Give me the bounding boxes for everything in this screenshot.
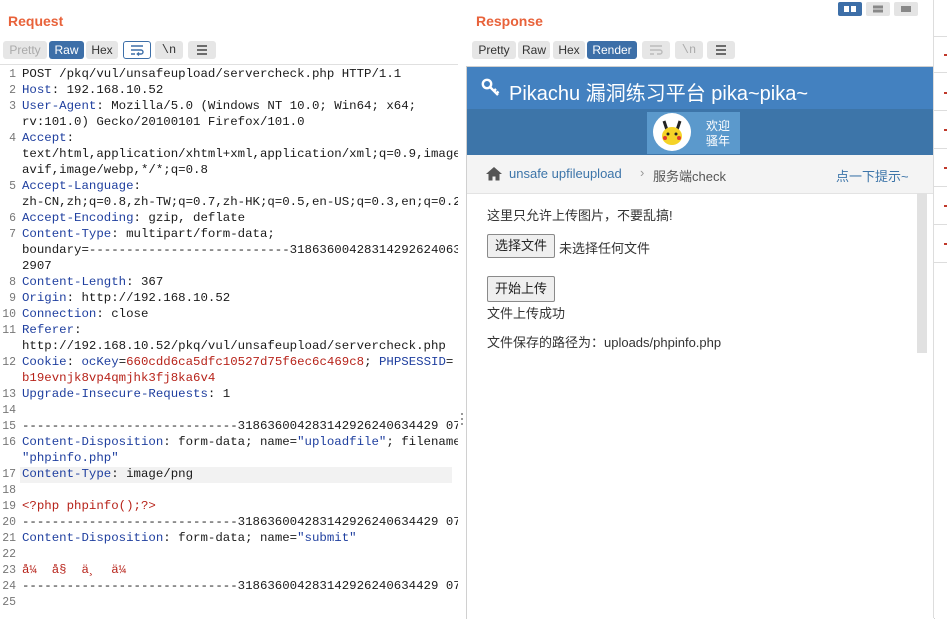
line-number: 1: [9, 68, 16, 81]
request-pane: Request Pretty Raw Hex \n 1 POST /pkq/vul…: [0, 0, 476, 618]
line-number: 15: [2, 420, 16, 433]
newline-toggle-button[interactable]: \n: [155, 41, 183, 59]
key-icon: [481, 78, 501, 103]
home-icon[interactable]: [485, 166, 503, 186]
line-number: 21: [2, 532, 16, 545]
request-title: Request: [8, 13, 64, 29]
layout-tabs-icon[interactable]: [894, 2, 918, 16]
line-number: 3: [9, 100, 16, 113]
code-line: Content-Type: image/png: [22, 467, 194, 481]
line-number: 5: [9, 180, 16, 193]
welcome-line2: 骚年: [706, 134, 731, 148]
line-number: 14: [2, 404, 16, 417]
code-line: -----------------------------31863600428…: [22, 419, 461, 433]
code-line: avif,image/webp,*/*;q=0.8: [22, 163, 208, 177]
code-line: -----------------------------31863600428…: [22, 515, 461, 529]
newline-toggle-button[interactable]: \n: [675, 41, 703, 59]
pane-splitter[interactable]: [458, 0, 466, 618]
line-number: 7: [9, 228, 16, 241]
upload-path-text: 文件保存的路径为：uploads/phpinfo.php: [487, 335, 722, 350]
upload-success-text: 文件上传成功: [487, 306, 566, 321]
request-tab-raw[interactable]: Raw: [49, 41, 84, 59]
response-tab-hex[interactable]: Hex: [553, 41, 585, 59]
code-line: Referer:: [22, 323, 82, 337]
avatar: [653, 113, 691, 151]
code-line: boundary=---------------------------3186…: [22, 243, 476, 257]
response-tab-raw[interactable]: Raw: [518, 41, 550, 59]
line-number: 19: [2, 500, 16, 513]
code-line: http://192.168.10.52/pkq/vul/unsafeuploa…: [22, 339, 446, 353]
breadcrumb-link[interactable]: unsafe upfileupload: [509, 166, 622, 181]
rendered-page: Pikachu 漏洞练习平台 pika~pika~ 欢迎 骚年 unsafe u…: [466, 66, 935, 619]
code-line: Cookie: ocKey=660cdd6ca5dfc10527d75f6ec6…: [22, 355, 454, 369]
code-line: 2907: [22, 259, 52, 273]
hint-link[interactable]: 点一下提示~: [836, 166, 909, 185]
line-number: 23: [2, 564, 16, 577]
menu-icon[interactable]: [188, 41, 216, 59]
code-line: Content-Type: multipart/form-data;: [22, 227, 275, 241]
line-number: 22: [2, 548, 16, 561]
line-number: 17: [2, 468, 16, 481]
code-line: Content-Length: 367: [22, 275, 164, 289]
line-number: 24: [2, 580, 16, 593]
code-line: Connection: close: [22, 307, 149, 321]
side-list-strip: [933, 0, 947, 618]
line-number: 11: [2, 324, 16, 337]
line-number: 16: [2, 436, 16, 449]
line-number: 25: [2, 596, 16, 609]
code-line: Content-Disposition: form-data; name="su…: [22, 531, 357, 545]
line-number: 2: [9, 84, 16, 97]
choose-file-button[interactable]: 选择文件: [487, 234, 556, 258]
layout-stacked-icon[interactable]: [866, 2, 890, 16]
request-tab-pretty[interactable]: Pretty: [3, 41, 47, 59]
code-line: Content-Disposition: form-data; name="up…: [22, 435, 469, 449]
upload-button[interactable]: 开始上传: [487, 276, 556, 302]
code-line: POST /pkq/vul/unsafeupload/servercheck.p…: [22, 67, 402, 81]
code-line: Accept-Encoding: gzip, deflate: [22, 211, 246, 225]
code-line: Accept:: [22, 131, 75, 145]
line-number: 10: [2, 308, 16, 321]
site-title: Pikachu 漏洞练习平台 pika~pika~: [509, 83, 809, 105]
code-line: å¼ å§ ä¸ ä¼: [22, 563, 134, 577]
breadcrumb-current: 服务端check: [653, 169, 726, 184]
code-line: text/html,application/xhtml+xml,applicat…: [22, 147, 469, 161]
code-line: zh-CN,zh;q=0.8,zh-TW;q=0.7,zh-HK;q=0.5,e…: [22, 195, 461, 209]
code-line: Origin: http://192.168.10.52: [22, 291, 231, 305]
code-line: Upgrade-Insecure-Requests: 1: [22, 387, 231, 401]
site-header: Pikachu 漏洞练习平台 pika~pika~: [467, 67, 934, 109]
request-toolbar-divider: [0, 64, 458, 65]
line-number: 6: [9, 212, 16, 225]
wrap-lines-icon[interactable]: [123, 41, 151, 59]
response-title: Response: [476, 13, 543, 29]
code-line: "phpinfo.php": [22, 451, 119, 465]
code-line: rv:101.0) Gecko/20100101 Firefox/101.0: [22, 115, 305, 129]
code-line: <?php phpinfo();?>: [22, 499, 156, 513]
code-line: Accept-Language:: [22, 179, 141, 193]
response-pane: Response Pretty Raw Hex Render \n Pikach…: [466, 0, 947, 619]
line-number: 18: [2, 484, 16, 497]
response-tab-pretty[interactable]: Pretty: [472, 41, 516, 59]
render-scrollbar[interactable]: [917, 193, 927, 353]
welcome-box[interactable]: 欢迎 骚年: [647, 112, 740, 154]
line-number: 20: [2, 516, 16, 529]
request-tab-hex[interactable]: Hex: [86, 41, 118, 59]
layout-side-by-side-icon[interactable]: [838, 2, 862, 16]
no-file-text: 未选择任何文件: [559, 241, 651, 256]
code-line: -----------------------------31863600428…: [22, 579, 476, 593]
breadcrumb: unsafe upfileupload › 服务端check 点一下提示~: [467, 155, 934, 194]
code-line: User-Agent: Mozilla/5.0 (Windows NT 10.0…: [22, 99, 417, 113]
line-number: 4: [9, 132, 16, 145]
line-number: 12: [2, 356, 16, 369]
upload-notice: 这里只允许上传图片，不要乱搞!: [487, 208, 673, 223]
line-number: 13: [2, 388, 16, 401]
request-editor[interactable]: 1 POST /pkq/vul/unsafeupload/servercheck.…: [0, 66, 475, 618]
wrap-lines-icon[interactable]: [642, 41, 670, 59]
breadcrumb-separator: ›: [640, 165, 645, 180]
line-number: 8: [9, 276, 16, 289]
response-tab-render[interactable]: Render: [587, 41, 637, 59]
menu-icon[interactable]: [707, 41, 735, 59]
line-number: 9: [9, 292, 16, 305]
code-line: b19evnjk8vp4qmjhk3fj8ka6v4: [22, 371, 216, 385]
code-line: Host: 192.168.10.52: [22, 83, 164, 97]
